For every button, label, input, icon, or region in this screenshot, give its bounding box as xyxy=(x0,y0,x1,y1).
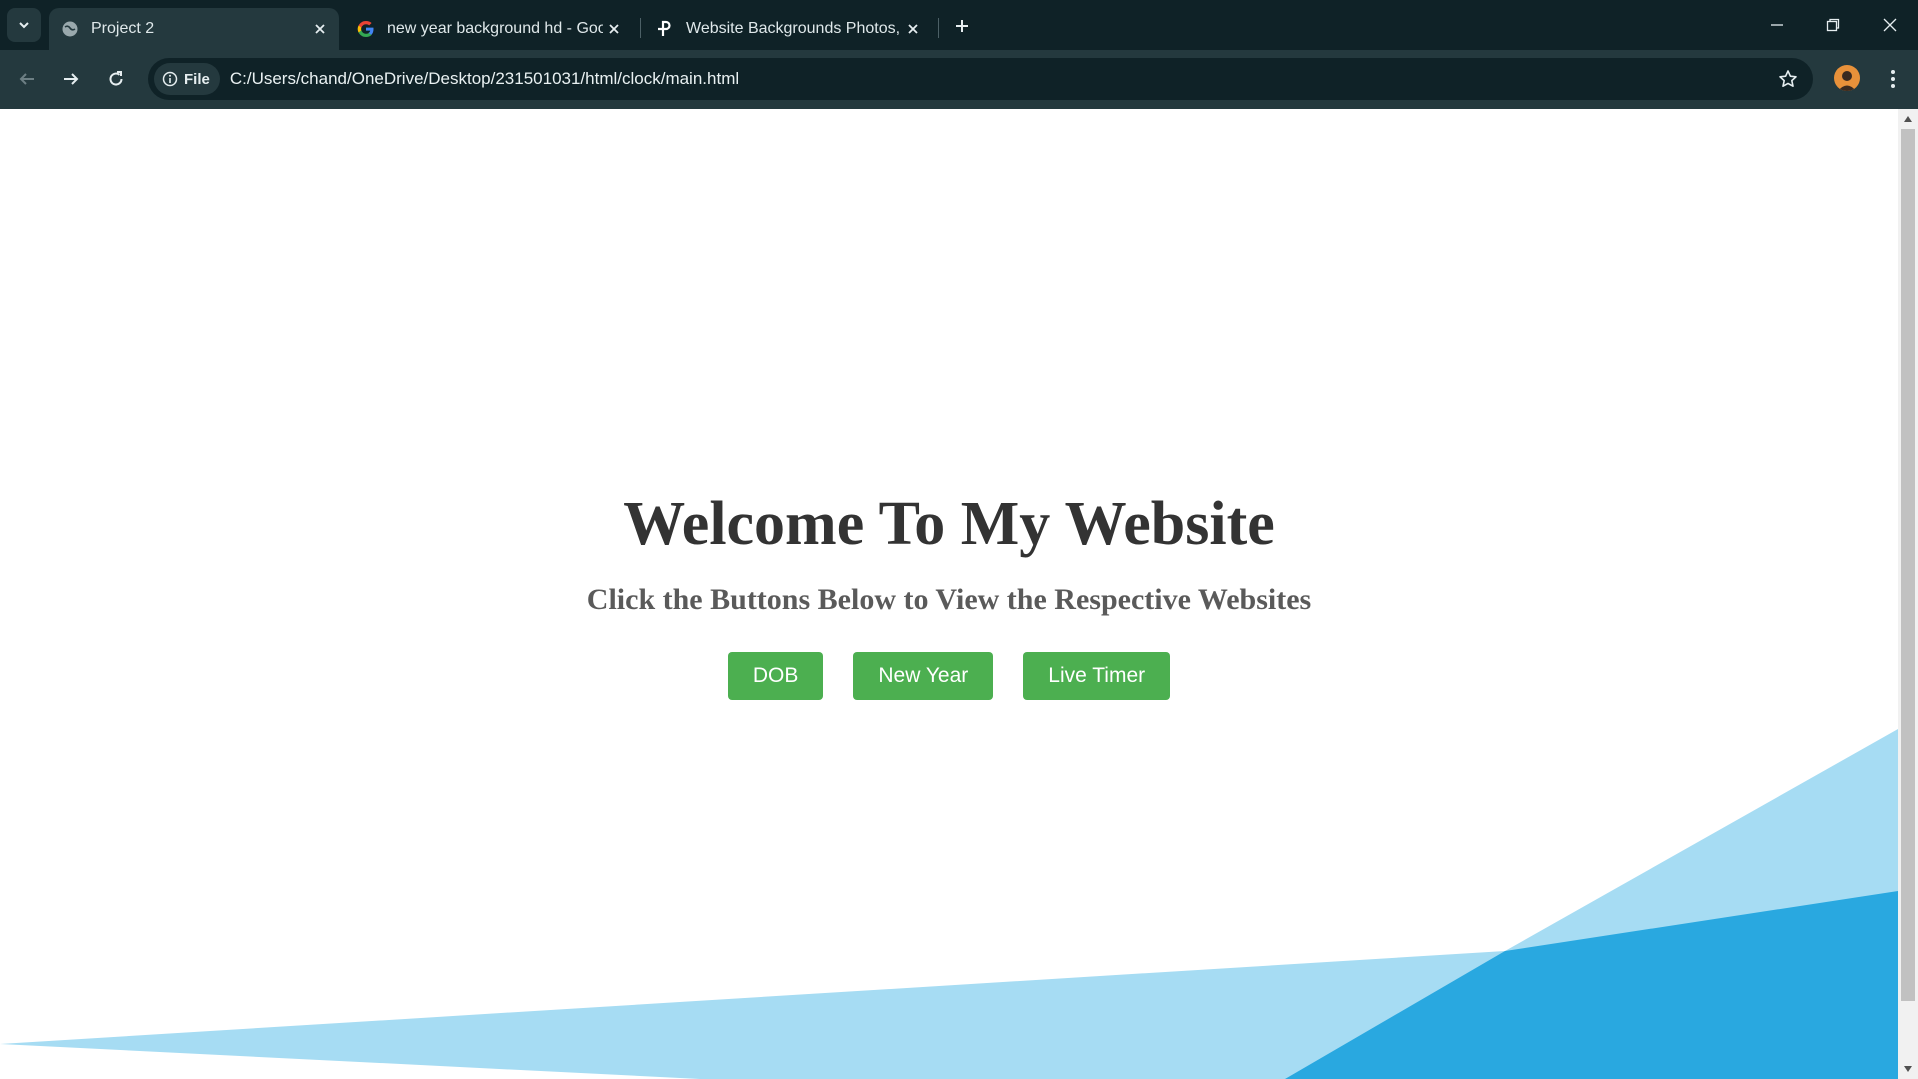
forward-button[interactable] xyxy=(55,63,87,95)
arrow-left-icon xyxy=(19,73,34,85)
google-icon xyxy=(357,20,375,38)
tab-close-button[interactable] xyxy=(309,18,331,40)
close-icon xyxy=(609,24,619,34)
tab-title: Project 2 xyxy=(91,20,155,37)
page-viewport: Welcome To My Website Click the Buttons … xyxy=(0,109,1918,1079)
close-icon xyxy=(315,24,325,34)
tab-close-button[interactable] xyxy=(603,18,625,40)
url-text[interactable]: C:/Users/chand/OneDrive/Desktop/23150103… xyxy=(230,69,739,89)
tab-project-2[interactable]: Project 2 xyxy=(49,8,339,50)
tab-title: Website Backgrounds Photos, D xyxy=(686,20,902,37)
scroll-down-arrow[interactable] xyxy=(1902,1063,1914,1075)
plus-icon xyxy=(956,20,968,32)
address-bar[interactable]: File C:/Users/chand/OneDrive/Desktop/231… xyxy=(148,58,1813,100)
vertical-scrollbar[interactable] xyxy=(1898,109,1918,1079)
tab-search-button[interactable] xyxy=(7,8,41,42)
pexels-icon xyxy=(656,20,674,38)
tab-separator xyxy=(938,18,939,38)
tab-separator xyxy=(640,18,641,38)
more-vertical-icon xyxy=(1891,70,1895,88)
new-year-button[interactable]: New Year xyxy=(853,652,994,700)
star-icon xyxy=(1779,70,1797,87)
close-window-button[interactable] xyxy=(1875,10,1905,40)
menu-button[interactable] xyxy=(1878,64,1908,94)
tab-close-button[interactable] xyxy=(902,18,924,40)
profile-avatar[interactable] xyxy=(1834,65,1860,91)
restore-button[interactable] xyxy=(1818,10,1848,40)
browser-toolbar: File C:/Users/chand/OneDrive/Desktop/231… xyxy=(0,50,1918,109)
minimize-icon xyxy=(1771,24,1783,26)
globe-icon xyxy=(61,20,79,38)
tab-strip: Project 2 new year background hd - Goo W… xyxy=(0,0,1918,50)
minimize-button[interactable] xyxy=(1762,10,1792,40)
site-info-chip[interactable]: File xyxy=(154,63,220,95)
reload-icon xyxy=(109,71,123,86)
page-subtitle: Click the Buttons Below to View the Resp… xyxy=(586,583,1312,616)
bookmark-button[interactable] xyxy=(1775,66,1801,92)
scroll-up-arrow[interactable] xyxy=(1902,113,1914,125)
close-icon xyxy=(1883,18,1897,32)
tab-google-search[interactable]: new year background hd - Goo xyxy=(345,8,633,50)
main-content: Welcome To My Website Click the Buttons … xyxy=(0,109,1898,1079)
reload-button[interactable] xyxy=(100,63,132,95)
close-icon xyxy=(908,24,918,34)
restore-icon xyxy=(1826,18,1840,32)
tab-title: new year background hd - Goo xyxy=(387,20,603,37)
triangle-down-icon xyxy=(1904,1066,1912,1072)
triangle-up-icon xyxy=(1904,116,1912,122)
site-info-label: File xyxy=(184,70,210,88)
dob-button[interactable]: DOB xyxy=(727,652,824,700)
page-title: Welcome To My Website xyxy=(623,490,1275,558)
info-icon xyxy=(162,71,178,87)
back-button[interactable] xyxy=(11,63,43,95)
live-timer-button[interactable]: Live Timer xyxy=(1023,652,1171,700)
arrow-right-icon xyxy=(64,73,79,85)
tab-website-backgrounds[interactable]: Website Backgrounds Photos, D xyxy=(644,8,932,50)
chevron-down-icon xyxy=(19,22,29,29)
button-row: DOB New Year Live Timer xyxy=(727,652,1171,700)
scroll-thumb[interactable] xyxy=(1901,129,1915,1001)
new-tab-button[interactable] xyxy=(948,12,976,40)
